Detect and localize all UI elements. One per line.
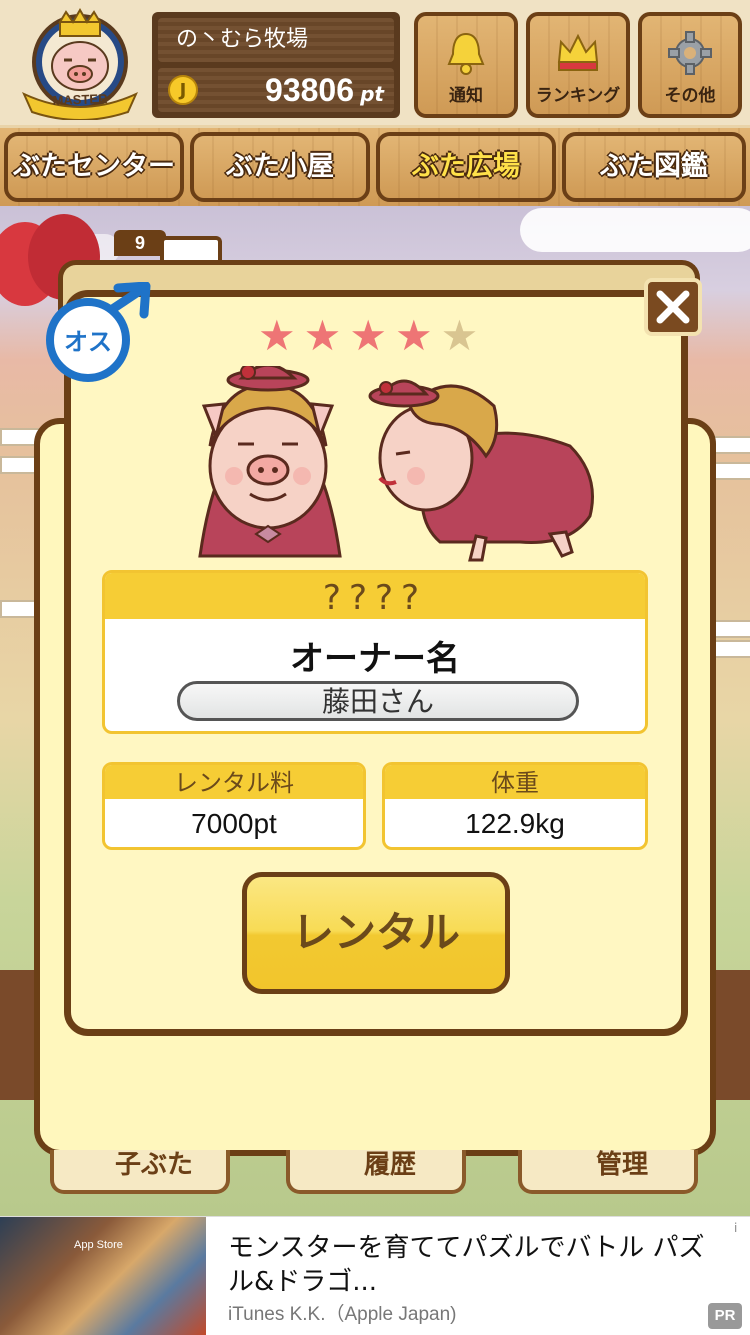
points-value: 93806	[265, 72, 354, 108]
fence	[710, 620, 750, 638]
star-icon: ★	[258, 311, 296, 360]
rental-fee-value: 7000pt	[191, 808, 277, 839]
notification-button[interactable]: 通知	[414, 12, 518, 118]
wooden-post	[0, 970, 34, 1100]
rarity-stars: ★ ★ ★ ★ ★	[258, 313, 478, 359]
ad-banner[interactable]: App Store モンスターを育ててパズルでバトル パズル&ドラゴ... iT…	[0, 1216, 750, 1335]
gender-label: オス	[64, 328, 112, 356]
cloud	[520, 208, 750, 252]
pig-illustration	[198, 366, 594, 562]
star-empty-icon: ★	[440, 311, 479, 360]
pr-badge: PR	[708, 1303, 742, 1329]
history-button[interactable]: 履歴	[286, 1150, 466, 1194]
star-icon: ★	[394, 311, 433, 360]
fence	[710, 640, 750, 658]
farm-info-panel: の丶むら牧場 J 93806 pt	[152, 12, 400, 118]
owner-label: オーナー名	[290, 639, 460, 679]
points-display: J 93806 pt	[158, 68, 394, 112]
gear-icon	[668, 31, 712, 75]
ad-image[interactable]: App Store	[0, 1217, 206, 1335]
master-badge[interactable]: MASTER	[16, 8, 144, 121]
ad-info-icon[interactable]: i	[734, 1221, 746, 1235]
crown-icon	[557, 33, 599, 71]
pig-name: ????	[105, 573, 645, 619]
bell-icon	[447, 32, 485, 75]
ranking-label: ランキング	[535, 86, 621, 106]
pig-side	[368, 379, 594, 562]
tab-buta-center[interactable]: ぶたセンター	[4, 132, 184, 202]
tab-buta-hut[interactable]: ぶた小屋	[190, 132, 370, 202]
other-label: その他	[664, 86, 716, 106]
pig-info-card: ???? オーナー名 藤田さん	[102, 570, 648, 734]
manage-label: 管理	[595, 1150, 648, 1180]
close-button[interactable]	[644, 278, 702, 336]
close-icon	[656, 290, 690, 324]
rental-fee-card: レンタル料 7000pt	[102, 762, 366, 850]
farm-name: の丶むら牧場	[158, 18, 394, 62]
app-store-caption: App Store	[74, 1239, 123, 1251]
rent-button[interactable]: レンタル	[242, 872, 510, 994]
weight-card: 体重 122.9kg	[382, 762, 648, 850]
count-tab: 9	[114, 230, 166, 256]
master-label: MASTER	[52, 91, 108, 108]
star-icon: ★	[303, 311, 342, 360]
ranking-button[interactable]: ランキング	[526, 12, 630, 118]
wooden-post	[716, 970, 750, 1100]
ad-publisher: iTunes K.K.（Apple Japan)	[228, 1304, 457, 1325]
tab-buta-encyclopedia[interactable]: ぶた図鑑	[562, 132, 746, 202]
male-gender-badge: オス	[42, 281, 154, 386]
points-unit: pt	[360, 82, 384, 106]
other-button[interactable]: その他	[638, 12, 742, 118]
notification-label: 通知	[449, 86, 483, 106]
tab-buta-plaza[interactable]: ぶた広場	[376, 132, 556, 202]
owner-name: 藤田さん	[177, 681, 579, 721]
main-nav: ぶたセンター ぶた小屋 ぶた広場 ぶた図鑑	[0, 128, 750, 206]
history-label: 履歴	[363, 1150, 416, 1180]
ad-title[interactable]: モンスターを育ててパズルでバトル パズル&ドラゴ...	[228, 1231, 708, 1299]
pig-front	[198, 366, 342, 558]
piglet-button[interactable]: 子ぶた	[50, 1150, 230, 1194]
rental-fee-label: レンタル料	[105, 765, 363, 799]
weight-label: 体重	[385, 765, 645, 799]
star-icon: ★	[349, 311, 387, 360]
weight-value: 122.9kg	[465, 808, 565, 839]
manage-button[interactable]: 管理	[518, 1150, 698, 1194]
piglet-label: 子ぶた	[114, 1150, 193, 1180]
coin-icon: J	[168, 75, 198, 105]
